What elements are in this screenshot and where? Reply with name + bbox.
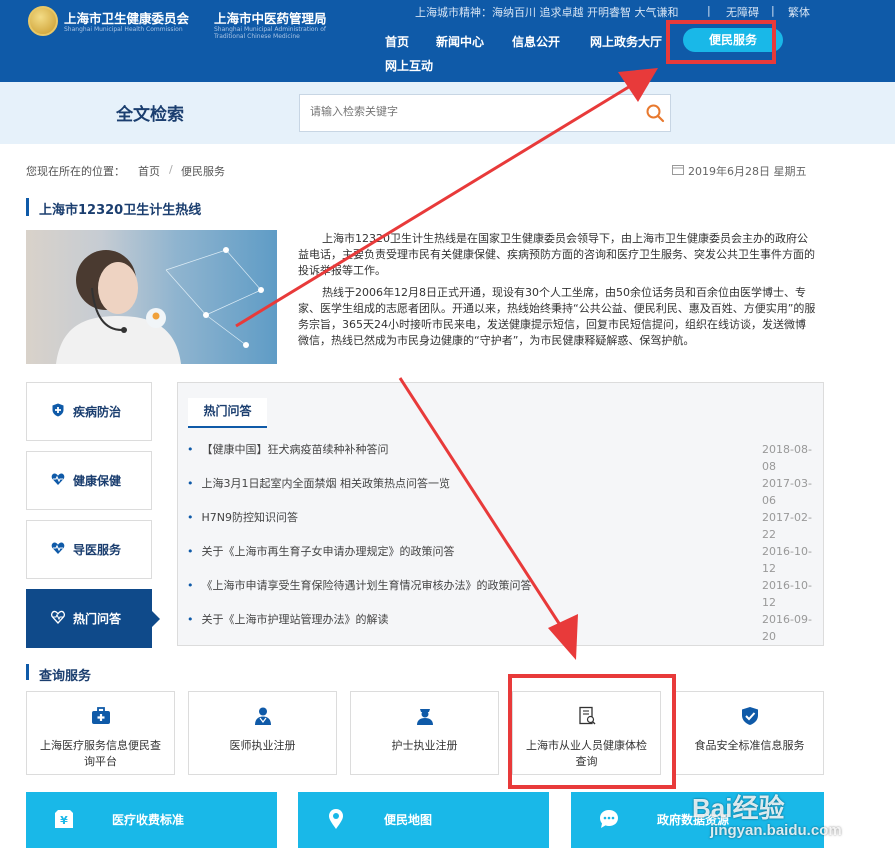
highlight-nav-box <box>666 20 776 64</box>
qa-item-title[interactable]: 关于《上海市护理站管理办法》的解读 <box>187 611 389 627</box>
divider: | <box>771 4 775 17</box>
admin-name-en: Shanghai Municipal Administration of Tra… <box>214 26 327 40</box>
heart-pulse-icon <box>51 473 65 485</box>
tab-label: 健康保健 <box>73 474 122 488</box>
tab-health-care[interactable]: 健康保健 <box>26 451 152 510</box>
first-aid-kit-icon <box>92 707 110 724</box>
chat-bubble-icon <box>600 810 618 828</box>
hotline-paragraph-2: 热线于2006年12月8日正式开通，现设有30个人工坐席，由50余位话务员和百余… <box>298 286 816 347</box>
qa-item-date: 2017-03-06 <box>762 477 812 507</box>
card-label: 护士执业注册 <box>391 739 458 752</box>
card-physician-registration[interactable]: 医师执业注册 <box>188 691 337 775</box>
qa-item-date: 2016-09-20 <box>762 613 812 643</box>
breadcrumb-home[interactable]: 首页 <box>138 163 160 179</box>
card-label: 便民地图 <box>384 813 433 827</box>
card-medical-fee-standards[interactable]: ¥ 医疗收费标准 <box>26 792 277 848</box>
section-marker <box>26 198 29 216</box>
nav-home[interactable]: 首页 <box>385 33 409 50</box>
card-label: 医疗收费标准 <box>112 813 185 827</box>
tab-label: 导医服务 <box>73 543 122 557</box>
qa-item-title[interactable]: 上海3月1日起室内全面禁烟 相关政策热点问答一览 <box>187 475 451 491</box>
nurse-icon <box>417 709 433 725</box>
page: 上海市卫生健康委员会 Shanghai Municipal Health Com… <box>0 0 895 865</box>
org-name-en: Shanghai Municipal Health Commission <box>64 26 183 33</box>
highlight-card-box <box>508 674 676 789</box>
shield-check-icon <box>742 707 758 725</box>
nav-online-interaction[interactable]: 网上互动 <box>385 57 433 74</box>
card-convenience-map[interactable]: 便民地图 <box>298 792 549 848</box>
current-date: 2019年6月28日 星期五 <box>688 165 807 178</box>
qa-item-date: 2018-08-08 <box>762 443 812 473</box>
calendar-icon <box>672 165 684 175</box>
divider: | <box>707 4 711 17</box>
qa-item-title[interactable]: 《上海市申请享受生育保险待遇计划生育情况审核办法》的政策问答 <box>187 577 532 593</box>
qa-item-title[interactable]: 【健康中国】狂犬病疫苗续种补种答问 <box>187 441 389 457</box>
city-spirit-text: 上海城市精神：海纳百川 追求卓越 开明睿智 大气谦和 <box>415 6 679 19</box>
search-icon[interactable] <box>645 103 665 123</box>
card-label: 医师执业注册 <box>229 739 296 752</box>
search-box[interactable] <box>299 94 671 132</box>
section-marker <box>26 664 29 680</box>
tab-label: 热门问答 <box>73 612 122 626</box>
heart-pulse-icon <box>51 610 65 624</box>
shield-plus-icon <box>52 403 64 417</box>
admin-name[interactable]: 上海市中医药管理局 <box>214 8 327 27</box>
card-food-safety-standards[interactable]: 食品安全标准信息服务 <box>675 691 824 775</box>
tab-disease-prevention[interactable]: 疾病防治 <box>26 382 152 441</box>
qa-item-date: 2017-02-22 <box>762 511 812 541</box>
watermark-url: jingyan.baidu.com <box>710 822 842 839</box>
hotline-title: 上海市12320卫生计生热线 <box>39 203 202 218</box>
qa-item-title[interactable]: H7N9防控知识问答 <box>187 509 299 525</box>
nav-online-hall[interactable]: 网上政务大厅 <box>590 33 662 50</box>
qa-panel-tab[interactable]: 热门问答 <box>188 398 267 428</box>
heart-pulse-icon <box>51 542 65 554</box>
qa-item-date: 2016-10-12 <box>762 545 812 575</box>
yuan-tag-icon: ¥ <box>55 810 73 828</box>
svg-text:¥: ¥ <box>60 814 68 827</box>
nav-news[interactable]: 新闻中心 <box>436 33 484 50</box>
traditional-chinese-link[interactable]: 繁体 <box>788 4 810 20</box>
doctor-icon <box>255 707 271 725</box>
qa-item-title[interactable]: 关于《上海市再生育子女申请办理规定》的政策问答 <box>187 543 455 559</box>
tab-medical-guide[interactable]: 导医服务 <box>26 520 152 579</box>
breadcrumb-current: 便民服务 <box>181 165 225 178</box>
accessibility-link[interactable]: 无障碍 <box>726 4 759 20</box>
tab-label: 疾病防治 <box>73 405 122 419</box>
search-input[interactable] <box>310 105 620 118</box>
map-pin-icon <box>329 809 343 829</box>
baidu-watermark: Bai经验 jingyan.baidu.com <box>690 788 850 848</box>
breadcrumb-separator: / <box>169 163 173 176</box>
nav-info-disclosure[interactable]: 信息公开 <box>512 33 560 50</box>
card-nurse-registration[interactable]: 护士执业注册 <box>350 691 499 775</box>
org-name[interactable]: 上海市卫生健康委员会 <box>64 8 189 27</box>
card-label: 食品安全标准信息服务 <box>694 739 805 752</box>
card-label: 上海医疗服务信息便民查询平台 <box>40 739 161 768</box>
search-title: 全文检索 <box>116 105 184 125</box>
operator-illustration <box>56 247 264 364</box>
hotline-photo <box>26 230 277 364</box>
emblem-logo-icon[interactable] <box>28 6 58 36</box>
breadcrumb-prefix: 您现在所在的位置： <box>26 165 125 178</box>
watermark-brand: Bai经验 <box>692 793 785 823</box>
card-medical-info-platform[interactable]: 上海医疗服务信息便民查询平台 <box>26 691 175 775</box>
qa-item-date: 2016-10-12 <box>762 579 812 609</box>
tab-hot-qa[interactable]: 热门问答 <box>26 589 160 648</box>
hotline-paragraph-1: 上海市12320卫生计生热线是在国家卫生健康委员会领导下，由上海市卫生健康委员会… <box>298 232 815 277</box>
query-services-title: 查询服务 <box>39 669 92 684</box>
